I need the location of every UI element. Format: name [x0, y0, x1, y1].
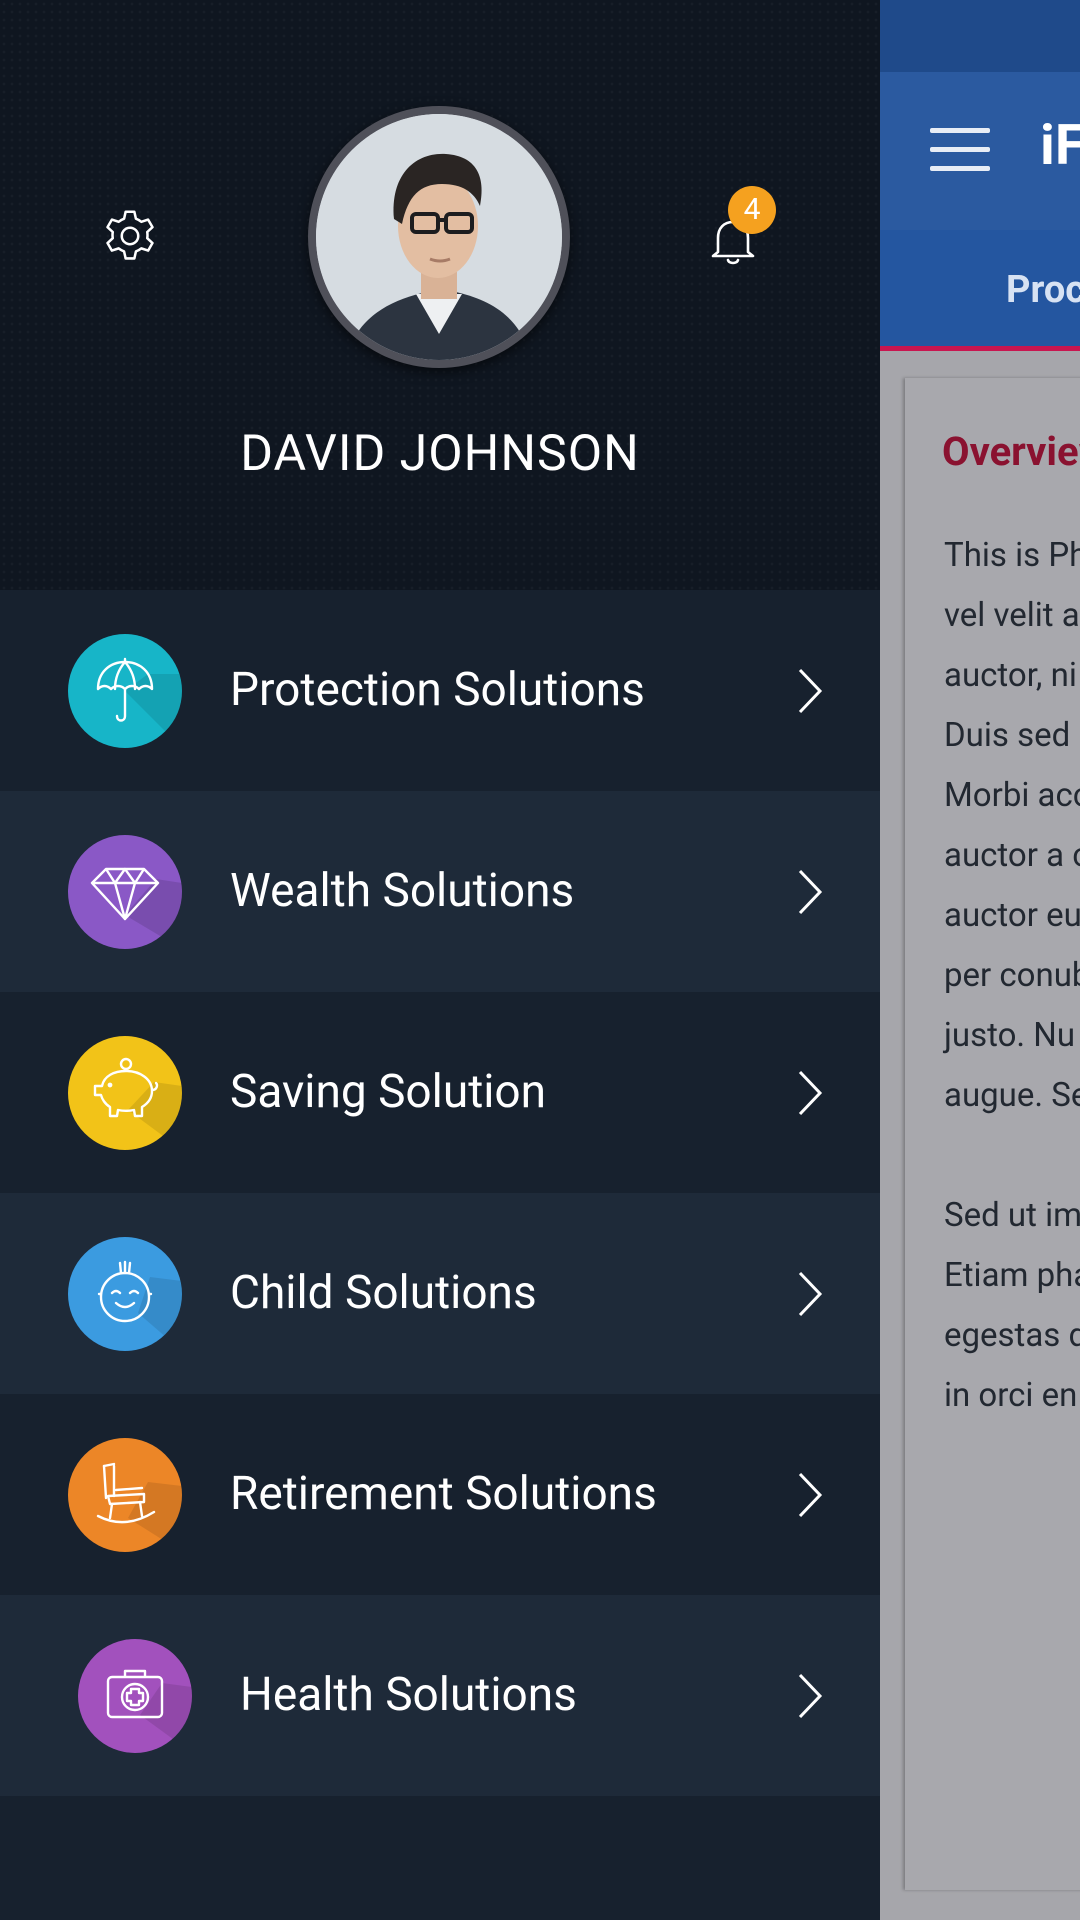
paragraph-line: Sed ut im — [944, 1196, 1080, 1235]
menu-item-health-solutions[interactable]: Health Solutions — [0, 1595, 880, 1796]
tab-indicator — [880, 346, 1080, 351]
menu-item-label: Wealth Solutions — [230, 864, 575, 918]
paragraph-line: per conub — [944, 956, 1080, 995]
menu-item-retirement-solutions[interactable]: Retirement Solutions — [0, 1394, 880, 1595]
menu-item-label: Retirement Solutions — [230, 1467, 657, 1521]
piggy-bank-icon — [68, 1036, 182, 1150]
drawer-header: 4 DAVID JOHNSON — [0, 0, 880, 590]
menu-item-label: Protection Solutions — [230, 663, 645, 717]
rocking-chair-icon — [68, 1438, 182, 1552]
chevron-right-icon — [798, 1673, 823, 1719]
tab-products[interactable]: Proc — [1006, 268, 1080, 312]
section-title: Overview — [942, 428, 1080, 475]
paragraph-line: This is Ph — [944, 536, 1080, 575]
navigation-drawer: 4 DAVID JOHNSON Protection Solutions Wea… — [0, 0, 880, 1920]
menu-item-saving-solution[interactable]: Saving Solution — [0, 992, 880, 1193]
baby-face-icon — [68, 1237, 182, 1351]
paragraph-line: auctor eu — [944, 896, 1080, 935]
user-name: DAVID JOHNSON — [240, 425, 640, 483]
paragraph-line: auctor a c — [944, 836, 1080, 875]
menu-item-label: Health Solutions — [240, 1668, 577, 1722]
paragraph-line: justo. Nu — [944, 1016, 1076, 1055]
background-app: iF Proc Overview This is Ph vel velit a … — [880, 0, 1080, 1920]
menu-item-label: Child Solutions — [230, 1266, 537, 1320]
paragraph-line: augue. Se — [944, 1076, 1080, 1115]
diamond-icon — [68, 835, 182, 949]
app-title: iF — [1040, 112, 1080, 178]
paragraph-line: Duis sed — [944, 716, 1071, 755]
paragraph-line: Morbi acc — [944, 776, 1080, 815]
chevron-right-icon — [798, 1472, 823, 1518]
menu-item-protection-solutions[interactable]: Protection Solutions — [0, 590, 880, 791]
paragraph-line: Etiam pha — [944, 1256, 1080, 1295]
paragraph-line: egestas d — [944, 1316, 1080, 1355]
umbrella-icon — [68, 634, 182, 748]
paragraph-line: auctor, ni — [944, 656, 1077, 695]
paragraph-line: vel velit a — [944, 596, 1080, 635]
hamburger-menu-icon[interactable] — [930, 128, 990, 172]
menu-item-wealth-solutions[interactable]: Wealth Solutions — [0, 791, 880, 992]
chevron-right-icon — [798, 668, 823, 714]
paragraph-line: in orci en — [944, 1376, 1078, 1415]
status-bar — [880, 0, 1080, 72]
chevron-right-icon — [798, 1070, 823, 1116]
notification-badge: 4 — [728, 186, 776, 234]
gear-icon[interactable] — [99, 204, 161, 266]
chevron-right-icon — [798, 1271, 823, 1317]
menu-item-label: Saving Solution — [230, 1065, 547, 1119]
chevron-right-icon — [798, 869, 823, 915]
avatar[interactable] — [316, 114, 562, 360]
first-aid-kit-icon — [78, 1639, 192, 1753]
menu-item-child-solutions[interactable]: Child Solutions — [0, 1193, 880, 1394]
